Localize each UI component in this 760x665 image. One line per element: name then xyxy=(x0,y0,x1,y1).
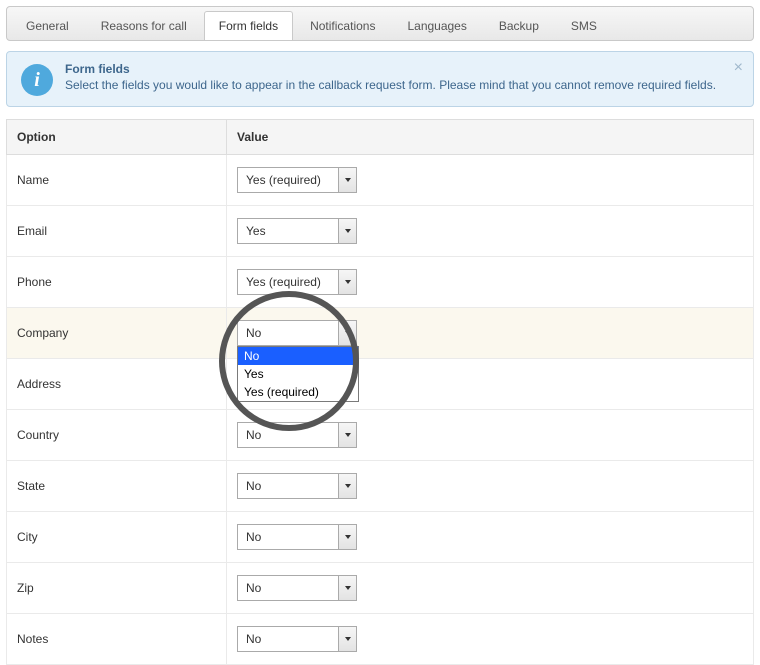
chevron-down-icon[interactable] xyxy=(338,525,356,549)
value-select[interactable]: Yes xyxy=(237,218,357,244)
field-value-cell: No xyxy=(227,614,754,665)
table-row: Zip No xyxy=(7,563,754,614)
form-fields-table: Option Value Name Yes (required) Email Yes P… xyxy=(6,119,754,665)
field-label: Address xyxy=(7,359,227,410)
table-row: City No xyxy=(7,512,754,563)
field-label: Notes xyxy=(7,614,227,665)
tab-general[interactable]: General xyxy=(11,11,84,40)
tab-languages[interactable]: Languages xyxy=(392,11,481,40)
value-select[interactable]: Yes (required) xyxy=(237,269,357,295)
chevron-down-icon[interactable] xyxy=(338,474,356,498)
table-row: Name Yes (required) xyxy=(7,155,754,206)
field-value-cell: No xyxy=(227,461,754,512)
table-row: Notes No xyxy=(7,614,754,665)
field-label: Email xyxy=(7,206,227,257)
select-value: No xyxy=(238,474,338,498)
field-value-cell: No xyxy=(227,563,754,614)
col-header-option: Option xyxy=(7,120,227,155)
dropdown-option[interactable]: No xyxy=(238,347,358,365)
table-row: State No xyxy=(7,461,754,512)
value-select[interactable]: No xyxy=(237,473,357,499)
value-select[interactable]: NoNoYesYes (required) xyxy=(237,320,357,346)
field-value-cell: Yes (required) xyxy=(227,155,754,206)
chevron-down-icon[interactable] xyxy=(338,627,356,651)
tab-form-fields[interactable]: Form fields xyxy=(204,11,293,40)
dropdown-option[interactable]: Yes xyxy=(238,365,358,383)
value-select[interactable]: No xyxy=(237,575,357,601)
tab-notifications[interactable]: Notifications xyxy=(295,11,390,40)
chevron-down-icon[interactable] xyxy=(338,423,356,447)
info-description: Select the fields you would like to appe… xyxy=(65,78,739,94)
field-value-cell: Yes xyxy=(227,206,754,257)
chevron-down-icon[interactable] xyxy=(338,270,356,294)
chevron-down-icon[interactable] xyxy=(338,576,356,600)
table-row: Company NoNoYesYes (required) xyxy=(7,308,754,359)
select-value: No xyxy=(238,423,338,447)
value-select[interactable]: No xyxy=(237,422,357,448)
field-label: Country xyxy=(7,410,227,461)
value-select[interactable]: No xyxy=(237,626,357,652)
select-value: No xyxy=(238,321,338,345)
tab-bar: General Reasons for call Form fields Not… xyxy=(6,6,754,41)
value-select[interactable]: No xyxy=(237,524,357,550)
select-value: Yes (required) xyxy=(238,270,338,294)
chevron-down-icon[interactable] xyxy=(338,219,356,243)
dropdown-list: NoYesYes (required) xyxy=(237,346,359,402)
tab-sms[interactable]: SMS xyxy=(556,11,612,40)
info-icon: i xyxy=(21,64,53,96)
table-row: Country No xyxy=(7,410,754,461)
info-panel: i Form fields Select the fields you woul… xyxy=(6,51,754,107)
col-header-value: Value xyxy=(227,120,754,155)
field-value-cell: No xyxy=(227,410,754,461)
chevron-down-icon[interactable] xyxy=(338,321,356,345)
close-icon[interactable]: × xyxy=(734,60,743,76)
field-value-cell: Yes (required) xyxy=(227,257,754,308)
table-row: Email Yes xyxy=(7,206,754,257)
value-select[interactable]: Yes (required) xyxy=(237,167,357,193)
select-value: Yes (required) xyxy=(238,168,338,192)
select-value: Yes xyxy=(238,219,338,243)
table-row: Phone Yes (required) xyxy=(7,257,754,308)
table-row: AddressNo xyxy=(7,359,754,410)
dropdown-option[interactable]: Yes (required) xyxy=(238,383,358,401)
info-title: Form fields xyxy=(65,62,739,76)
field-value-cell: NoNoYesYes (required) xyxy=(227,308,754,359)
select-value: No xyxy=(238,525,338,549)
select-value: No xyxy=(238,576,338,600)
field-value-cell: No xyxy=(227,512,754,563)
tab-reasons-for-call[interactable]: Reasons for call xyxy=(86,11,202,40)
field-label: Zip xyxy=(7,563,227,614)
tab-backup[interactable]: Backup xyxy=(484,11,554,40)
field-label: State xyxy=(7,461,227,512)
field-label: Company xyxy=(7,308,227,359)
chevron-down-icon[interactable] xyxy=(338,168,356,192)
field-label: City xyxy=(7,512,227,563)
select-value: No xyxy=(238,627,338,651)
field-label: Name xyxy=(7,155,227,206)
field-label: Phone xyxy=(7,257,227,308)
